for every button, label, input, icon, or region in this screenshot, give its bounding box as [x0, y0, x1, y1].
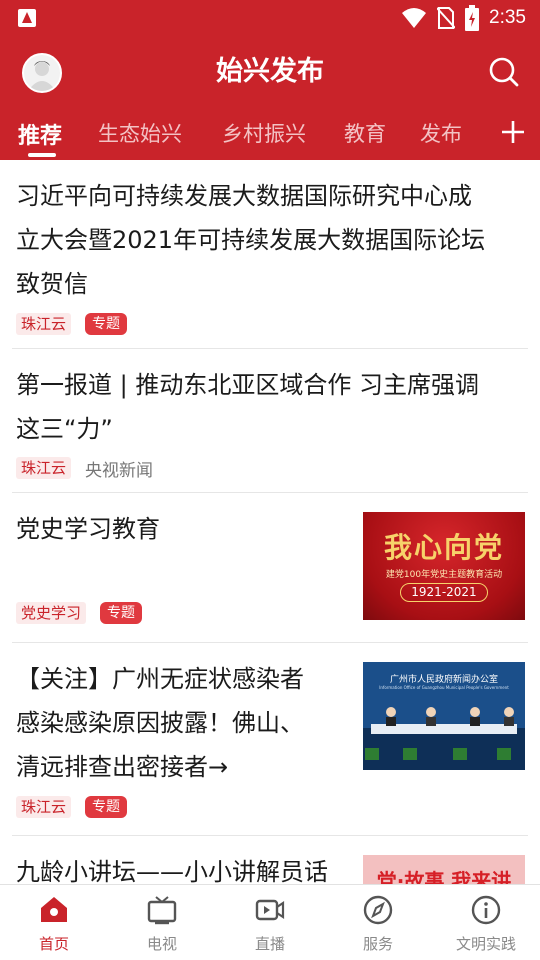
topic-badge: 专题	[85, 313, 128, 335]
tab-release[interactable]: 发布	[420, 118, 462, 148]
news-title: 第一报道 | 推动东北亚区域合作 习主席强调 这三“力”	[16, 371, 479, 443]
nav-home[interactable]: 首页	[0, 885, 108, 960]
topic-badge: 专题	[100, 602, 143, 624]
source-tag: 珠江云	[16, 457, 72, 479]
news-title: 九龄小讲坛——小小讲解员话	[16, 858, 328, 884]
search-icon[interactable]	[488, 56, 520, 88]
news-title: 【关注】广州无症状感染者 感染感染原因披露！佛山、 清远排查出密接者→	[16, 665, 304, 781]
nav-label: 电视	[146, 935, 177, 953]
wifi-icon	[402, 8, 427, 28]
news-item[interactable]: 党史学习教育 党史学习 专题 我心向党 建党100年党史主题教育活动 1921-…	[12, 493, 528, 643]
news-title: 党史学习教育	[16, 515, 160, 543]
news-thumbnail: 党·故事 我来讲	[363, 855, 525, 884]
source-tag: 珠江云	[16, 796, 72, 818]
nav-civilization[interactable]: 文明实践	[432, 885, 540, 960]
app-header: 2:35 始兴发布 推荐 生态始兴 乡村振兴 教育 发布 社	[0, 0, 540, 160]
nav-label: 文明实践	[455, 935, 516, 953]
nav-label: 首页	[38, 935, 69, 953]
nav-label: 直播	[254, 935, 285, 953]
thumbnail-years: 1921-2021	[400, 583, 488, 602]
thumbnail-subline: 建党100年党史主题教育活动	[385, 570, 503, 580]
source-name: 央视新闻	[85, 460, 154, 481]
info-icon	[471, 895, 501, 925]
press-conference-image	[363, 707, 525, 770]
nav-service[interactable]: 服务	[324, 885, 432, 960]
news-item[interactable]: 习近平向可持续发展大数据国际研究中心成 立大会暨2021年可持续发展大数据国际论…	[12, 160, 528, 349]
battery-charging-icon	[465, 5, 480, 31]
home-icon	[41, 897, 67, 922]
bottom-navigation: 首页 电视 直播 服务 文明实践	[0, 884, 540, 960]
news-thumbnail: 我心向党 建党100年党史主题教育活动 1921-2021	[363, 512, 525, 620]
status-bar: 2:35	[0, 0, 540, 36]
status-time: 2:35	[489, 7, 526, 28]
tab-rural[interactable]: 乡村振兴	[222, 118, 306, 148]
live-icon	[255, 899, 285, 921]
news-thumbnail: 广州市人民政府新闻办公室 Information Office of Guang…	[363, 662, 525, 770]
news-item[interactable]: 第一报道 | 推动东北亚区域合作 习主席强调 这三“力” 珠江云 央视新闻	[12, 349, 528, 493]
news-item[interactable]: 【关注】广州无症状感染者 感染感染原因披露！佛山、 清远排查出密接者→ 珠江云 …	[12, 643, 528, 836]
active-tab-indicator	[28, 153, 56, 157]
page-title: 始兴发布	[216, 56, 324, 87]
app-notification-icon	[18, 9, 36, 27]
tab-recommend[interactable]: 推荐	[18, 118, 62, 150]
add-channel-button[interactable]	[488, 108, 540, 160]
thumbnail-headline: 我心向党	[383, 531, 504, 564]
news-feed[interactable]: 习近平向可持续发展大数据国际研究中心成 立大会暨2021年可持续发展大数据国际论…	[0, 160, 540, 884]
source-tag: 珠江云	[16, 313, 72, 335]
news-title: 习近平向可持续发展大数据国际研究中心成 立大会暨2021年可持续发展大数据国际论…	[16, 182, 486, 298]
nav-label: 服务	[362, 935, 393, 953]
nav-live[interactable]: 直播	[216, 885, 324, 960]
nav-tv[interactable]: 电视	[108, 885, 216, 960]
topic-badge: 专题	[85, 796, 128, 818]
news-item[interactable]: 九龄小讲坛——小小讲解员话 党·故事 我来讲	[12, 836, 528, 884]
compass-icon	[363, 895, 393, 925]
source-tag: 党史学习	[16, 602, 87, 624]
channel-tabs: 推荐 生态始兴 乡村振兴 教育 发布 社	[0, 108, 540, 160]
tab-ecology[interactable]: 生态始兴	[98, 118, 182, 148]
title-bar: 始兴发布	[0, 36, 540, 108]
tab-education[interactable]: 教育	[344, 118, 386, 148]
thumbnail-text: 党·故事 我来讲	[376, 869, 512, 884]
tv-icon	[147, 896, 177, 925]
no-sim-icon	[437, 7, 456, 29]
plus-icon	[502, 121, 524, 143]
